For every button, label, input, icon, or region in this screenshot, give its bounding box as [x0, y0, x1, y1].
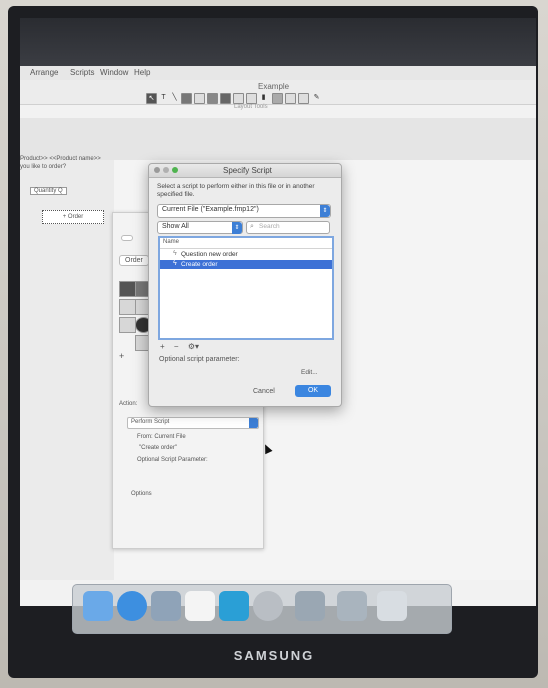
zoom-icon[interactable]: [172, 167, 178, 173]
trash-icon[interactable]: [377, 591, 407, 621]
rectangle-tool-icon[interactable]: [181, 93, 192, 104]
show-filter-value: Show All: [162, 223, 189, 230]
script-row-create-order[interactable]: ϟ Create order: [160, 260, 332, 269]
chevron-updown-icon: ⇕: [232, 222, 242, 234]
remove-script-icon[interactable]: −: [174, 342, 179, 351]
safari-icon[interactable]: [117, 591, 147, 621]
window-titlebar: Example ↖ T ╲ ▮ ✎: [20, 80, 536, 105]
download-icon[interactable]: [119, 299, 136, 315]
menu-scripts[interactable]: Scripts: [70, 68, 94, 77]
chart-tool-icon[interactable]: ▮: [259, 93, 268, 102]
script-row-label: Question new order: [181, 251, 238, 258]
dialog-titlebar: Specify Script: [149, 164, 341, 178]
pointer-tool-icon[interactable]: ↖: [146, 93, 157, 104]
search-icon: ⌕: [250, 223, 254, 230]
menu-window[interactable]: Window: [100, 68, 128, 77]
layout-header-strip: [20, 118, 536, 161]
menu-arrange[interactable]: Arrange: [30, 68, 58, 77]
portal-tool-icon[interactable]: [246, 93, 257, 104]
tab-control-tool-icon[interactable]: [298, 93, 309, 104]
list-header: Name: [160, 238, 332, 249]
script-row-question-new-order[interactable]: ϟ Question new order: [160, 250, 332, 259]
script-parameter-label: Optional script parameter:: [159, 356, 240, 363]
monitor-top-reflection: [20, 18, 536, 66]
script-param-label: Optional Script Parameter:: [137, 457, 208, 463]
add-icon[interactable]: +: [119, 351, 124, 361]
layout-text-question: you like to order?: [20, 164, 67, 170]
popover-tool-icon[interactable]: [233, 93, 244, 104]
gear-icon[interactable]: ⚙▾: [188, 342, 199, 351]
menu-help[interactable]: Help: [134, 68, 150, 77]
script-row-label: Create order: [181, 261, 218, 268]
edit-button[interactable]: Edit...: [301, 369, 318, 376]
layout-text-product: Product>> <<Product name>>: [20, 156, 101, 162]
screen: Arrange Scripts Window Help Example ↖ T …: [20, 66, 536, 606]
order-tab-button[interactable]: Order: [119, 255, 149, 266]
action-label: Action:: [119, 401, 138, 407]
action-popup[interactable]: Perform Script: [127, 417, 259, 429]
script-list[interactable]: Name ϟ Question new order ϟ Create order: [158, 236, 334, 340]
layout-tools-label: Layout Tools: [234, 104, 268, 110]
options-toggle[interactable]: Options: [131, 491, 152, 497]
show-filter-select[interactable]: Show All ⇕: [157, 221, 243, 234]
cancel-button[interactable]: Cancel: [253, 388, 275, 395]
slide-control-tool-icon[interactable]: [285, 93, 296, 104]
monitor-brand-logo: SAMSUNG: [233, 648, 315, 663]
finder-icon[interactable]: [83, 591, 113, 621]
search-placeholder: Search: [259, 223, 280, 230]
specify-script-dialog: Specify Script Select a script to perfor…: [148, 163, 342, 407]
script-name: "Create order": [139, 445, 177, 451]
minimize-icon[interactable]: [163, 167, 169, 173]
order-button-object[interactable]: + Order: [42, 210, 104, 224]
action-value: Perform Script: [131, 419, 170, 425]
ok-button[interactable]: OK: [295, 385, 331, 397]
window-title: Example: [258, 82, 290, 91]
folder-icon[interactable]: [337, 591, 367, 621]
column-name-header: Name: [163, 239, 180, 245]
style-icon[interactable]: [119, 281, 136, 297]
dock: [72, 584, 452, 634]
format-painter-icon[interactable]: ✎: [312, 93, 321, 102]
action-popup-arrow-icon: [249, 418, 258, 428]
panel-control[interactable]: [121, 235, 133, 241]
button-tool-icon[interactable]: [207, 93, 218, 104]
script-icon: ϟ: [173, 250, 177, 257]
add-script-icon[interactable]: +: [160, 342, 165, 351]
system-preferences-icon[interactable]: [253, 591, 283, 621]
list-tools: + − ⚙▾: [160, 342, 206, 351]
plus-icon[interactable]: [119, 317, 136, 333]
search-input[interactable]: ⌕ Search: [246, 221, 330, 234]
file-selector[interactable]: Current File ("Example.fmp12") ⇕: [157, 204, 331, 218]
app-store-icon[interactable]: [219, 591, 249, 621]
line-tool-icon[interactable]: ╲: [170, 93, 179, 102]
button-bar-tool-icon[interactable]: [220, 93, 231, 104]
file-selector-value: Current File ("Example.fmp12"): [162, 206, 259, 213]
chevron-updown-icon: ⇕: [320, 205, 330, 217]
quantity-field[interactable]: Quantity Q: [30, 187, 67, 195]
document-icon[interactable]: [185, 591, 215, 621]
text-tool-icon[interactable]: T: [159, 93, 168, 102]
downloads-folder-icon[interactable]: [295, 591, 325, 621]
field-tool-icon[interactable]: [194, 93, 205, 104]
web-viewer-tool-icon[interactable]: [272, 93, 283, 104]
close-icon[interactable]: [154, 167, 160, 173]
preview-icon[interactable]: [151, 591, 181, 621]
from-label: From: Current File: [137, 434, 186, 440]
dialog-title: Specify Script: [223, 166, 272, 175]
menubar: Arrange Scripts Window Help: [20, 66, 536, 81]
dialog-instruction: Select a script to perform either in thi…: [157, 183, 315, 198]
script-icon: ϟ: [173, 260, 177, 267]
